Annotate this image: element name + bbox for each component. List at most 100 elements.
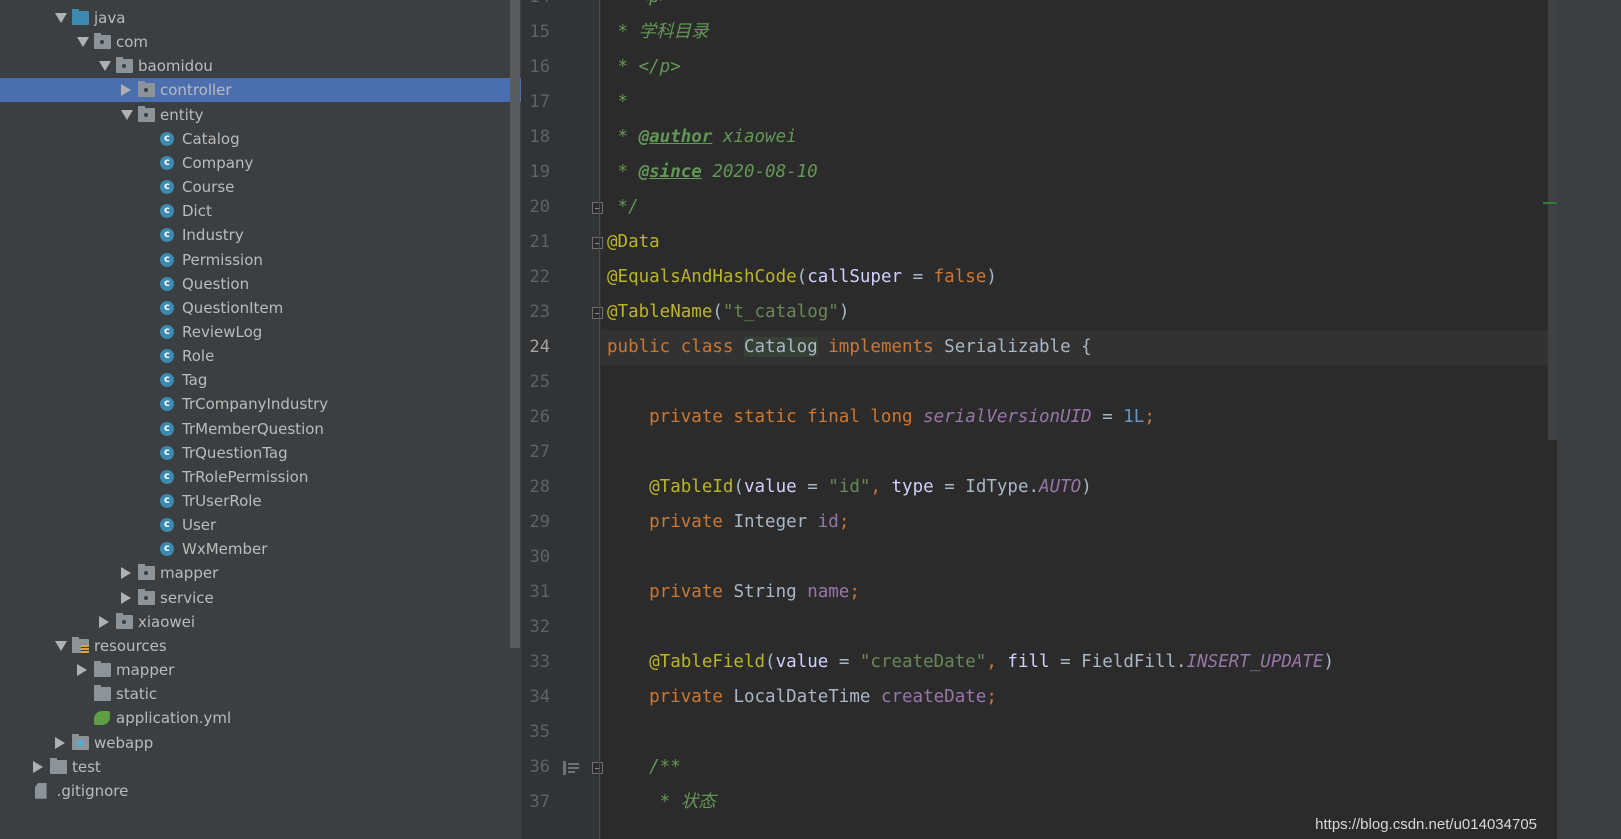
expanded-arrow-icon[interactable] bbox=[55, 640, 67, 651]
expanded-arrow-icon[interactable] bbox=[77, 37, 89, 48]
code-token: callSuper bbox=[807, 267, 903, 287]
tree-item[interactable]: com bbox=[0, 30, 521, 54]
tree-item[interactable]: static bbox=[0, 682, 521, 706]
tree-item-label: Dict bbox=[182, 202, 212, 221]
tree-item[interactable]: test bbox=[0, 755, 521, 779]
collapsed-arrow-icon[interactable] bbox=[55, 736, 65, 749]
project-tree-scrollbar[interactable] bbox=[510, 0, 520, 648]
code-line[interactable]: private String name; bbox=[607, 575, 860, 610]
code-editor[interactable]: 14 15 16 17 18 19 20 21 22 23 24 25 26 27 28 29 30 31 32 33… bbox=[521, 0, 1621, 839]
code-line[interactable]: private LocalDateTime createDate; bbox=[607, 680, 997, 715]
tree-item[interactable]: c TrUserRole bbox=[0, 489, 521, 513]
tree-item[interactable]: .gitignore bbox=[0, 779, 521, 803]
expanded-arrow-icon[interactable] bbox=[121, 109, 133, 120]
expanded-arrow-icon[interactable] bbox=[99, 61, 111, 72]
code-line[interactable]: * @author xiaowei bbox=[607, 120, 797, 155]
code-line[interactable]: private Integer id; bbox=[607, 505, 849, 540]
code-line[interactable]: @EqualsAndHashCode(callSuper = false) bbox=[607, 260, 997, 295]
tree-item[interactable]: c WxMember bbox=[0, 537, 521, 561]
tree-item[interactable]: c TrMemberQuestion bbox=[0, 417, 521, 441]
tree-item[interactable]: controller bbox=[0, 78, 521, 103]
code-token: private bbox=[607, 687, 734, 707]
tree-item[interactable]: c Permission bbox=[0, 248, 521, 272]
tree-item[interactable]: c QuestionItem bbox=[0, 296, 521, 320]
tree-item[interactable]: c ReviewLog bbox=[0, 320, 521, 344]
tree-item-label: Permission bbox=[182, 250, 263, 269]
code-line[interactable]: @TableName("t_catalog") bbox=[607, 295, 849, 330]
tree-item[interactable]: c Company bbox=[0, 151, 521, 175]
code-token: ( bbox=[733, 477, 744, 497]
code-token: xiaowei bbox=[712, 127, 797, 147]
tree-item[interactable]: entity bbox=[0, 103, 521, 127]
tree-item-label: static bbox=[116, 685, 158, 704]
tree-item[interactable]: resources bbox=[0, 634, 521, 658]
fold-marker-icon[interactable] bbox=[592, 307, 603, 319]
class-icon: c bbox=[160, 300, 174, 315]
code-line[interactable]: @TableId(value = "id", type = IdType.AUT… bbox=[607, 470, 1092, 505]
editor-right-strip bbox=[1557, 0, 1621, 839]
code-line[interactable]: * @since 2020-08-10 bbox=[607, 155, 818, 190]
tree-item[interactable]: mapper bbox=[0, 658, 521, 682]
code-line[interactable]: */ bbox=[607, 190, 639, 225]
collapsed-arrow-icon[interactable] bbox=[99, 615, 109, 628]
collapsed-arrow-icon[interactable] bbox=[77, 664, 87, 677]
collapsed-arrow-icon[interactable] bbox=[121, 84, 131, 97]
code-token: ( bbox=[796, 267, 808, 287]
implementation-gutter-icon[interactable] bbox=[563, 761, 579, 775]
tree-item[interactable]: c Course bbox=[0, 175, 521, 199]
tree-item[interactable]: webapp bbox=[0, 731, 521, 755]
tree-item[interactable]: c TrCompanyIndustry bbox=[0, 392, 521, 416]
class-icon: c bbox=[160, 324, 174, 339]
fold-marker-icon[interactable] bbox=[592, 202, 603, 214]
collapsed-arrow-icon[interactable] bbox=[121, 591, 131, 604]
tree-item[interactable]: application.yml bbox=[0, 706, 521, 730]
class-icon: c bbox=[160, 445, 174, 460]
tree-item[interactable]: java bbox=[0, 6, 521, 30]
tree-item[interactable]: mapper bbox=[0, 561, 521, 585]
code-line[interactable]: * 状态 bbox=[607, 785, 716, 820]
tree-item-label: TrRolePermission bbox=[182, 467, 309, 486]
class-icon: c bbox=[160, 542, 174, 557]
tree-item[interactable]: service bbox=[0, 586, 521, 610]
collapsed-arrow-icon[interactable] bbox=[33, 760, 43, 773]
folder-icon bbox=[94, 685, 111, 702]
tree-item[interactable]: c Question bbox=[0, 272, 521, 296]
tree-item-label: resources bbox=[94, 636, 167, 655]
tree-item-label: WxMember bbox=[182, 540, 268, 559]
fold-marker-icon[interactable] bbox=[592, 762, 603, 774]
code-line[interactable]: * bbox=[607, 85, 629, 120]
fold-marker-icon[interactable] bbox=[592, 237, 603, 249]
collapsed-arrow-icon[interactable] bbox=[121, 567, 131, 580]
code-line[interactable]: public class Catalog implements Serializ… bbox=[607, 330, 1092, 365]
tree-item[interactable]: xiaowei bbox=[0, 610, 521, 634]
tree-item-label: Tag bbox=[182, 371, 208, 390]
code-token: 2020-08-10 bbox=[701, 162, 818, 182]
tree-item[interactable]: c Role bbox=[0, 344, 521, 368]
code-line[interactable]: @TableField(value = "createDate", fill =… bbox=[607, 645, 1334, 680]
expanded-arrow-icon[interactable] bbox=[55, 13, 67, 23]
web-folder-icon bbox=[72, 733, 89, 750]
tree-item[interactable]: c TrRolePermission bbox=[0, 465, 521, 489]
tree-item[interactable]: c User bbox=[0, 513, 521, 537]
class-icon: c bbox=[160, 469, 174, 484]
editor-scrollbar[interactable] bbox=[1548, 0, 1557, 440]
code-token: LocalDateTime bbox=[733, 687, 881, 707]
tree-item[interactable]: c Tag bbox=[0, 368, 521, 392]
code-line[interactable]: private static final long serialVersionU… bbox=[607, 400, 1155, 435]
class-icon: c bbox=[160, 397, 174, 412]
class-icon: c bbox=[160, 518, 174, 533]
code-line[interactable]: * </p> bbox=[607, 50, 681, 85]
tree-item-label: com bbox=[116, 33, 149, 52]
tree-item[interactable]: c Catalog bbox=[0, 127, 521, 151]
code-token: */ bbox=[607, 197, 639, 217]
tree-item[interactable]: baomidou bbox=[0, 54, 521, 78]
code-line[interactable]: * 学科目录 bbox=[607, 15, 709, 50]
spring-config-icon bbox=[94, 711, 110, 726]
code-line[interactable]: * <p> bbox=[607, 0, 671, 15]
line-number: 32 bbox=[529, 617, 550, 637]
tree-item[interactable]: c Industry bbox=[0, 223, 521, 247]
code-line[interactable]: @Data bbox=[607, 225, 660, 260]
code-line[interactable]: /** bbox=[607, 750, 681, 785]
tree-item[interactable]: c TrQuestionTag bbox=[0, 441, 521, 465]
tree-item[interactable]: c Dict bbox=[0, 199, 521, 223]
